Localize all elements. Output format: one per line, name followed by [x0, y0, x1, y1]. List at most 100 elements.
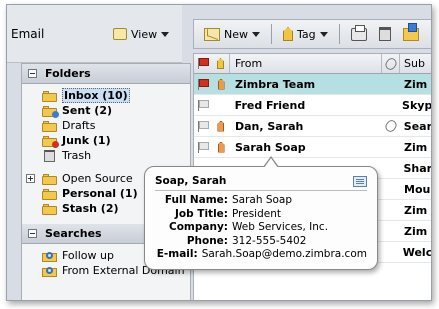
- attachment-cell: [382, 221, 400, 241]
- contact-field-row: Company: Web Services, Inc.: [155, 221, 367, 235]
- subject-cell: Zim: [404, 77, 428, 91]
- from-cell: Dan, Sarah: [234, 119, 304, 133]
- new-button[interactable]: New: [200, 23, 264, 45]
- sidebar-item-sent[interactable]: Sent (2): [22, 103, 190, 118]
- move-folder-icon: [402, 22, 419, 41]
- field-value[interactable]: Sarah.Soap@demo.zimbra.com: [202, 248, 367, 262]
- tag-icon: [217, 78, 225, 90]
- sidebar-item-label: Trash: [62, 149, 92, 162]
- toolbar: New Tag: [193, 19, 431, 49]
- subject-cell: Zim: [404, 224, 428, 238]
- subject-cell: Mou: [404, 182, 431, 196]
- flag-cell[interactable]: [194, 141, 212, 153]
- view-button[interactable]: View: [107, 23, 175, 45]
- sidebar-item-label: Follow up: [62, 249, 114, 262]
- attachment-column-header[interactable]: [382, 54, 400, 73]
- delete-icon: [378, 27, 391, 41]
- field-value: Web Services, Inc.: [232, 221, 329, 233]
- chevron-down-icon: [161, 31, 170, 37]
- view-label: View: [131, 27, 158, 41]
- junk-folder-icon: [42, 135, 59, 148]
- subject-cell: Zim: [404, 203, 428, 217]
- tag-button[interactable]: Tag: [279, 23, 332, 45]
- drafts-folder-icon: [42, 120, 57, 132]
- attachment-cell: [382, 116, 400, 136]
- contact-field-row: Job Title: President: [155, 208, 367, 222]
- toolbar-divider: [271, 24, 272, 44]
- from-cell: Fred Friend: [234, 98, 306, 112]
- flag-cell[interactable]: [194, 120, 212, 132]
- from-cell: Sarah Soap: [235, 140, 306, 154]
- contact-card-icon[interactable]: [353, 175, 367, 187]
- sidebar-item-label: Stash (2): [62, 202, 119, 215]
- field-label: Company:: [169, 221, 228, 233]
- flag-icon: [197, 99, 209, 111]
- subject-cell: Sear: [403, 119, 432, 133]
- view-icon: [113, 28, 127, 40]
- collapse-icon[interactable]: [28, 69, 37, 78]
- delete-button[interactable]: [375, 23, 395, 45]
- collapse-icon[interactable]: [28, 229, 37, 238]
- searches-header-label: Searches: [45, 227, 102, 240]
- field-label: Full Name:: [164, 194, 228, 206]
- sidebar-item-drafts[interactable]: Drafts: [22, 118, 190, 133]
- tooltip-pointer-inner: [264, 158, 278, 168]
- sidebar-item-inbox[interactable]: Inbox (10): [22, 88, 190, 103]
- chevron-down-icon[interactable]: [252, 31, 260, 37]
- subject-column-header[interactable]: Sub: [400, 57, 425, 70]
- list-header: From Sub: [194, 54, 431, 74]
- attachment-cell: [382, 200, 400, 220]
- flag-icon: [198, 141, 209, 153]
- contact-field-row: Phone: 312-555-5402: [155, 235, 367, 249]
- chevron-down-icon[interactable]: [319, 31, 328, 37]
- contact-tooltip: Soap, Sarah Full Name: Sarah Soap Job Tit…: [144, 156, 378, 270]
- tag-column-header[interactable]: [212, 54, 230, 73]
- folder-icon: [42, 173, 57, 185]
- field-value: President: [232, 207, 281, 220]
- contact-name: Soap, Sarah: [155, 175, 227, 187]
- tag-label: Tag: [297, 27, 316, 41]
- new-message-icon: [204, 27, 220, 41]
- move-button[interactable]: [399, 22, 423, 45]
- print-button[interactable]: [347, 23, 371, 45]
- from-column-header[interactable]: From: [230, 54, 382, 73]
- print-icon: [350, 24, 367, 41]
- sidebar-item-junk[interactable]: Junk (1): [22, 133, 190, 148]
- sidebar-item-label: Drafts: [62, 119, 96, 132]
- attachment-cell: [382, 158, 400, 178]
- folders-header[interactable]: Folders: [22, 64, 190, 84]
- flag-cell[interactable]: [194, 78, 212, 90]
- message-row[interactable]: Sarah Soap Zim: [194, 137, 431, 158]
- field-label: Job Title:: [175, 207, 228, 220]
- from-cell: Zimbra Team: [235, 77, 316, 91]
- toolbar-divider: [338, 24, 340, 44]
- message-row[interactable]: Zimbra Team Zim: [194, 74, 431, 95]
- sidebar-item-label: Personal (1): [62, 187, 138, 200]
- tag-icon: [217, 141, 225, 153]
- tag-cell: [212, 95, 230, 115]
- attachment-cell: [381, 242, 399, 262]
- sent-folder-icon: [42, 105, 59, 118]
- sidebar-item-label: Junk (1): [62, 134, 111, 147]
- flag-column-header[interactable]: [194, 58, 212, 69]
- tag-icon: [283, 27, 293, 41]
- attachment-cell: [382, 74, 400, 94]
- message-row[interactable]: Fred Friend Skyp: [194, 95, 431, 116]
- app-title: Email: [11, 27, 45, 41]
- flag-icon: [198, 58, 209, 69]
- flag-icon: [198, 78, 209, 90]
- flag-icon: [197, 120, 209, 132]
- saved-search-icon: [42, 250, 57, 262]
- app-window: Email View Folders Inbox (10) Sent (2) D…: [6, 4, 432, 301]
- flag-cell[interactable]: [194, 99, 212, 111]
- subject-cell: Zim: [404, 140, 428, 154]
- attachment-cell: [382, 179, 400, 199]
- expand-icon[interactable]: [26, 174, 35, 183]
- tooltip-header: Soap, Sarah: [155, 175, 367, 191]
- sidebar-item-trash[interactable]: Trash: [22, 148, 190, 163]
- attachment-cell: [382, 137, 400, 157]
- message-row[interactable]: Dan, Sarah Sear: [194, 116, 432, 137]
- subject-cell: Shar: [403, 161, 432, 175]
- tag-cell: [212, 116, 230, 136]
- tag-cell: [212, 137, 230, 157]
